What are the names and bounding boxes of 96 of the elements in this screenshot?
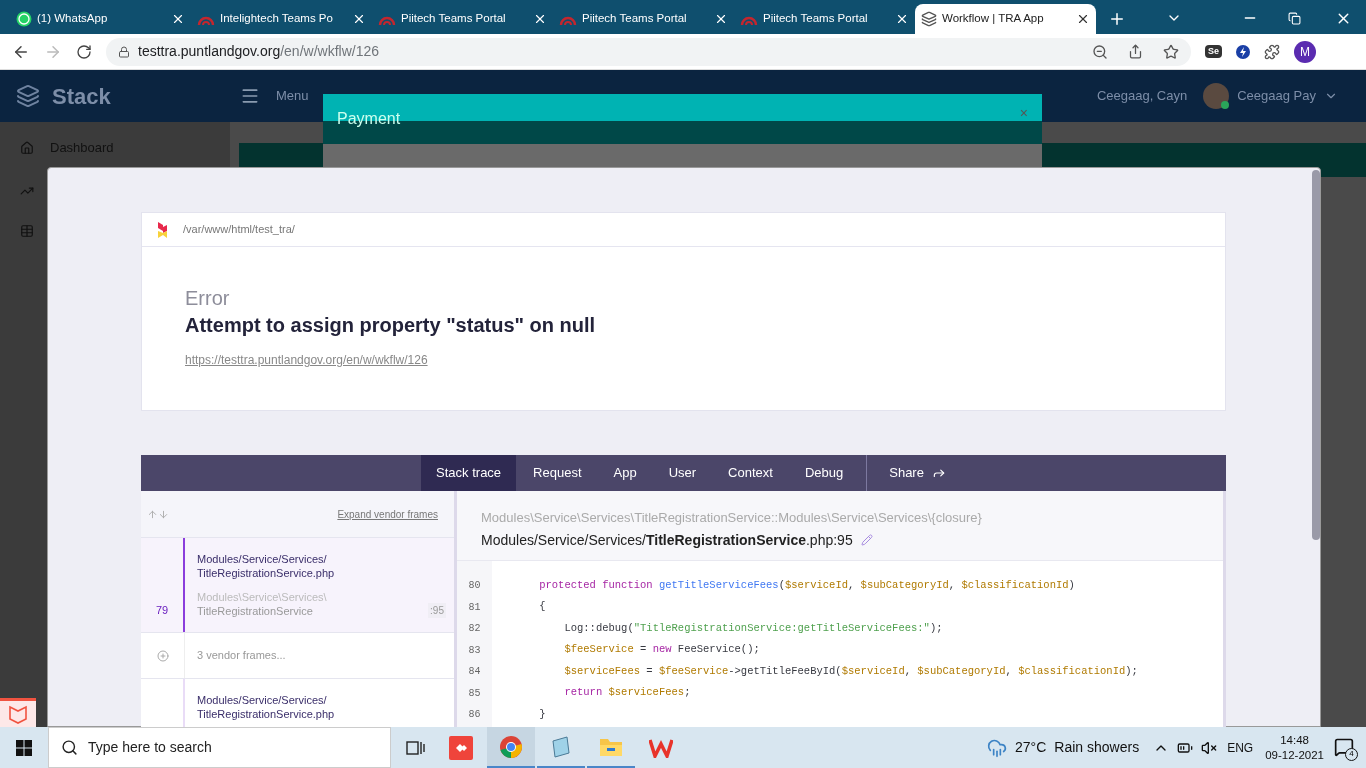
code-line: $feeService = new FeeService(); bbox=[563, 642, 760, 658]
notification-count: 4 bbox=[1345, 747, 1358, 761]
clock[interactable]: 14:48 09-12-2021 bbox=[1265, 732, 1324, 763]
code-line: Log::debug("TitleRegistrationService:getTitleServiceFees:"); bbox=[563, 620, 943, 636]
error-url-link[interactable]: https://testtra.puntlandgov.org/en/w/wkflw/126 bbox=[185, 351, 428, 369]
windows-start-icon[interactable] bbox=[16, 739, 32, 756]
code-line: return $serviceFees; bbox=[563, 685, 691, 701]
root-path: /var/www/html/test_tra/ bbox=[183, 222, 295, 238]
brand-name: Stack bbox=[52, 82, 111, 111]
frame-path: Modules/Service/Services/ bbox=[197, 552, 328, 566]
close-icon[interactable] bbox=[171, 12, 185, 26]
trace-tab[interactable]: App bbox=[598, 455, 652, 491]
chrome-app-icon[interactable] bbox=[487, 727, 535, 768]
address-field[interactable]: testtra.puntlandgov.org/en/w/wkflw/126 bbox=[106, 37, 1191, 66]
line-number: 85 bbox=[467, 686, 482, 701]
frame-namespace: Modules\Service\Services\ bbox=[197, 590, 327, 604]
url-text: testtra.puntlandgov.org/en/w/wkflw/126 bbox=[138, 42, 380, 61]
trace-tab[interactable]: Request bbox=[518, 455, 597, 491]
frame-file: TitleRegistrationService.php bbox=[197, 707, 336, 721]
home-icon bbox=[20, 140, 34, 155]
share-arrow-icon[interactable] bbox=[931, 466, 946, 480]
browser-tab[interactable]: Workflow | TRA App bbox=[915, 4, 1096, 34]
error-message: Attempt to assign property "status" on null bbox=[185, 313, 596, 338]
lock-icon bbox=[118, 45, 130, 58]
error-type: Error bbox=[185, 286, 230, 311]
profile-avatar[interactable]: M bbox=[1294, 40, 1316, 63]
frame-class: TitleRegistrationService bbox=[197, 604, 314, 618]
dialog-title: Payment bbox=[337, 109, 401, 129]
browser-tab[interactable]: Piitech Teams Portal bbox=[553, 4, 734, 34]
tab-title: Piitech Teams Portal bbox=[763, 11, 869, 27]
browser-tab[interactable]: Intelightech Teams Po bbox=[191, 4, 372, 34]
muted-speaker-icon[interactable] bbox=[1201, 739, 1218, 756]
ignition-logo-icon bbox=[158, 221, 167, 238]
frame-file: TitleRegistrationService.php bbox=[197, 566, 336, 580]
reload-icon[interactable] bbox=[76, 43, 92, 60]
close-icon[interactable] bbox=[714, 12, 728, 26]
tab-title: Piitech Teams Portal bbox=[582, 11, 688, 27]
zoom-icon[interactable] bbox=[1092, 43, 1108, 60]
code-line: $serviceFees = $feeService->getTitleFeeById($serviceId, $subCategoryId, $classificationId); bbox=[563, 663, 1138, 679]
trace-tab[interactable]: Debug bbox=[789, 455, 859, 491]
browser-tab[interactable]: (1) WhatsApp bbox=[10, 4, 191, 34]
close-icon[interactable] bbox=[895, 12, 909, 26]
scrollbar-thumb[interactable] bbox=[1312, 170, 1320, 540]
line-number: 84 bbox=[467, 665, 482, 680]
restore-icon[interactable] bbox=[1288, 12, 1301, 25]
table-icon bbox=[20, 223, 34, 238]
weather-icon[interactable] bbox=[987, 737, 1008, 758]
tab-title: Piitech Teams Portal bbox=[401, 11, 507, 27]
user-avatar[interactable] bbox=[1203, 83, 1230, 109]
frame-file-path: Modules/Service/Services/TitleRegistrationService.php:95 bbox=[481, 530, 853, 550]
menu-label[interactable]: Menu bbox=[276, 86, 309, 106]
frame-method: Modules\Service\Services\TitleRegistrationService::Modules\Service\Services\{closure} bbox=[481, 509, 983, 527]
frame-path: Modules/Service/Services/ bbox=[197, 693, 328, 707]
edit-icon[interactable] bbox=[860, 534, 873, 546]
notifications-icon[interactable] bbox=[1334, 736, 1354, 757]
trace-tab[interactable]: User bbox=[653, 455, 712, 491]
user-short-name: Ceegaag, Cayn bbox=[1096, 87, 1188, 106]
language-indicator[interactable]: ENG bbox=[1227, 738, 1254, 757]
line-number: 86 bbox=[467, 708, 482, 723]
trace-tab[interactable]: Stack trace bbox=[421, 455, 517, 491]
browser-tab[interactable]: Piitech Teams Portal bbox=[372, 4, 553, 34]
frame-number: 79 bbox=[155, 602, 169, 618]
share-icon[interactable] bbox=[1128, 44, 1143, 59]
tab-title: Intelightech Teams Po bbox=[220, 11, 334, 27]
tab-title: (1) WhatsApp bbox=[37, 11, 109, 27]
code-line: protected function getTitleServiceFees($serviceId, $subCategoryId, $classificationId) bbox=[538, 577, 1075, 593]
taskbar-search-field[interactable]: Type here to search bbox=[48, 727, 391, 768]
code-line: } bbox=[538, 706, 546, 722]
line-number: 81 bbox=[467, 600, 482, 615]
extension-button[interactable]: Se bbox=[1205, 44, 1222, 59]
trace-tab[interactable]: Context bbox=[713, 455, 788, 491]
temperature[interactable]: 27°C bbox=[1015, 737, 1047, 758]
close-icon[interactable] bbox=[533, 12, 547, 26]
close-icon[interactable] bbox=[352, 12, 366, 26]
new-tab-icon[interactable] bbox=[1108, 10, 1126, 28]
line-number: 82 bbox=[467, 622, 482, 637]
browser-tab[interactable]: Piitech Teams Portal bbox=[734, 4, 915, 34]
bolt-icon[interactable] bbox=[1236, 44, 1250, 59]
weather-text[interactable]: Rain showers bbox=[1054, 737, 1140, 758]
code-line: { bbox=[538, 599, 546, 615]
stack-frame[interactable]: 79 Modules/Service/Services/ TitleRegistrationService.php Modules\Service\Services\ TitleRegistrationService :95 bbox=[141, 538, 454, 633]
search-icon bbox=[61, 739, 78, 756]
share-link[interactable]: Share bbox=[875, 463, 938, 483]
layers-icon bbox=[921, 11, 937, 27]
line-number: 80 bbox=[467, 579, 482, 594]
menu-icon[interactable] bbox=[240, 86, 260, 106]
line-number: 83 bbox=[467, 643, 482, 658]
bookmark-star-icon[interactable] bbox=[1163, 43, 1179, 60]
extensions-icon[interactable] bbox=[1264, 43, 1280, 60]
expand-vendor-link[interactable]: Expand vendor frames bbox=[337, 506, 438, 522]
stack-logo-icon bbox=[16, 84, 40, 108]
task-view-icon[interactable] bbox=[406, 739, 426, 756]
ignition-badge-icon[interactable] bbox=[0, 698, 36, 727]
close-icon[interactable] bbox=[1076, 12, 1090, 26]
user-name[interactable]: Ceegaag Pay bbox=[1237, 86, 1316, 106]
tab-title: Workflow | TRA App bbox=[942, 11, 1045, 27]
